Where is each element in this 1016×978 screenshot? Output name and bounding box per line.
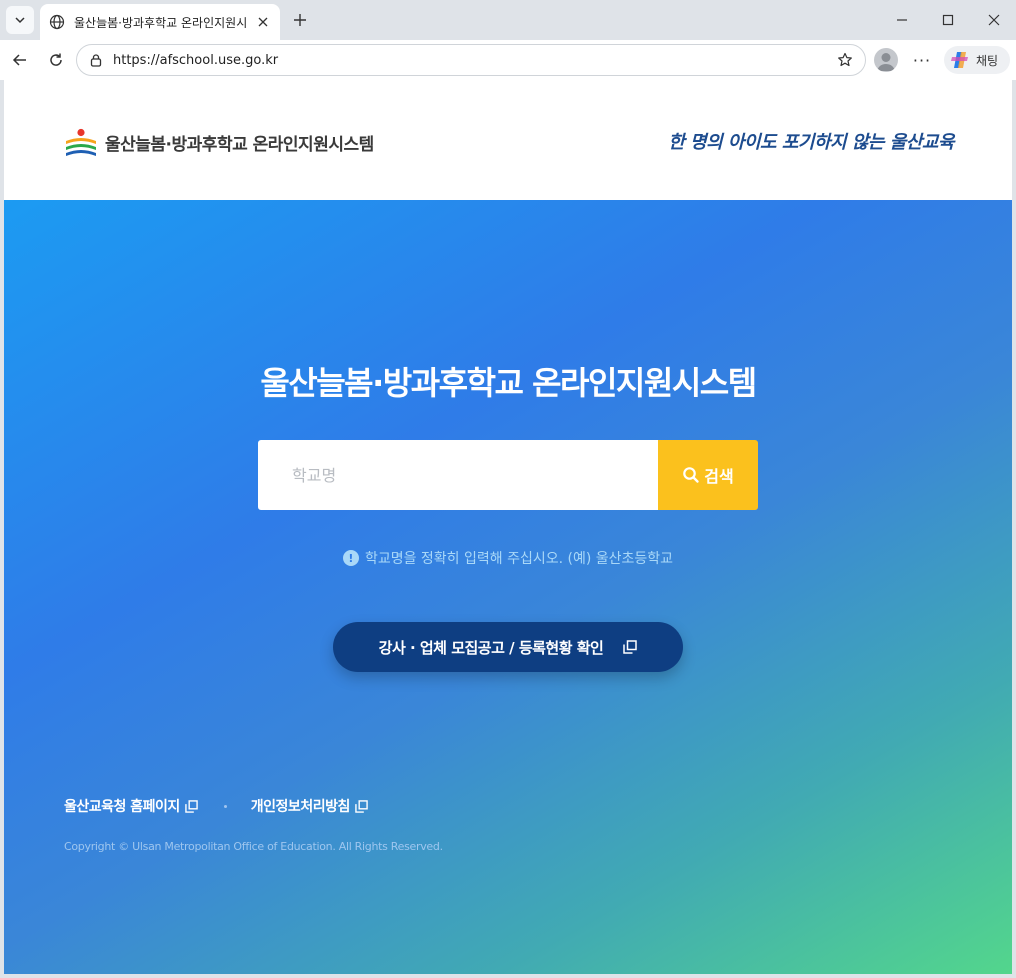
browser-toolbar: https://afschool.use.go.kr ··· 채팅 (0, 40, 1016, 80)
browser-titlebar: 울산늘봄·방과후학교 온라인지원시 (0, 0, 1016, 40)
footer-separator (223, 804, 227, 808)
refresh-button[interactable] (42, 46, 70, 74)
minimize-icon (897, 19, 907, 21)
new-tab-button[interactable] (288, 8, 312, 32)
browser-tab[interactable]: 울산늘봄·방과후학교 온라인지원시 (40, 4, 280, 40)
footer-link-privacy[interactable]: 개인정보처리방침 (251, 796, 368, 816)
search-button[interactable]: 검색 (658, 440, 758, 510)
hero-section: 울산늘봄·방과후학교 온라인지원시스템 검색 ! 학교명을 정확히 입력해 주십… (4, 200, 1012, 974)
school-search-input[interactable] (258, 440, 658, 510)
page-viewport: 울산늘봄·방과후학교 온라인지원시스템 한 명의 아이도 포기하지 않는 울산교… (4, 80, 1012, 974)
refresh-icon (50, 53, 62, 66)
plus-icon (294, 14, 306, 26)
close-tab-button[interactable] (254, 13, 272, 31)
external-link-icon (185, 799, 198, 813)
hero-title: 울산늘봄·방과후학교 온라인지원시스템 (260, 364, 757, 402)
recruitment-notice-label: 강사 · 업체 모집공고 / 등록현황 확인 (378, 638, 604, 657)
footer-link-privacy-label: 개인정보처리방침 (250, 799, 351, 815)
close-icon (258, 17, 268, 27)
chevron-down-icon (15, 17, 25, 24)
arrow-left-icon (12, 54, 26, 66)
site-name[interactable]: 울산늘봄·방과후학교 온라인지원시스템 (105, 130, 374, 155)
close-icon (988, 14, 1000, 26)
footer-links: 울산교육청 홈페이지 개인정보처리방침 (64, 796, 368, 816)
globe-icon (48, 13, 66, 31)
search-hint-text: 학교명을 정확히 입력해 주십시오. (예) 울산초등학교 (364, 551, 674, 567)
minimize-button[interactable] (888, 6, 916, 34)
maximize-button[interactable] (934, 6, 962, 34)
star-icon[interactable] (835, 50, 855, 70)
external-link-icon (623, 640, 638, 654)
lock-icon[interactable] (87, 51, 105, 69)
slogan: 한 명의 아이도 포기하지 않는 울산교육 (668, 132, 954, 153)
site-header: 울산늘봄·방과후학교 온라인지원시스템 한 명의 아이도 포기하지 않는 울산교… (4, 80, 1012, 200)
search-icon (683, 467, 699, 483)
address-bar[interactable]: https://afschool.use.go.kr (76, 44, 866, 76)
site-logo-icon[interactable] (64, 128, 98, 158)
maximize-icon (942, 14, 954, 26)
copilot-button[interactable]: 채팅 (944, 46, 1010, 74)
address-url[interactable]: https://afschool.use.go.kr (113, 53, 835, 68)
profile-avatar[interactable] (874, 48, 898, 72)
more-menu-button[interactable]: ··· (908, 46, 936, 74)
tab-list-button[interactable] (6, 6, 34, 34)
info-icon: ! (342, 550, 359, 566)
user-icon (877, 53, 895, 71)
recruitment-notice-button[interactable]: 강사 · 업체 모집공고 / 등록현황 확인 (333, 622, 683, 672)
copilot-icon (951, 52, 968, 68)
external-link-icon (355, 799, 368, 813)
search-button-label: 검색 (704, 469, 734, 486)
copilot-label: 채팅 (976, 53, 999, 68)
footer-link-homepage-label: 울산교육청 홈페이지 (64, 799, 180, 815)
footer-link-homepage[interactable]: 울산교육청 홈페이지 (64, 796, 198, 816)
search-hint: ! 학교명을 정확히 입력해 주십시오. (예) 울산초등학교 (4, 548, 1012, 568)
window-close-button[interactable] (980, 6, 1008, 34)
copyright: Copyright © Ulsan Metropolitan Office of… (64, 840, 443, 853)
tab-title: 울산늘봄·방과후학교 온라인지원시 (74, 15, 248, 30)
back-button[interactable] (6, 46, 34, 74)
